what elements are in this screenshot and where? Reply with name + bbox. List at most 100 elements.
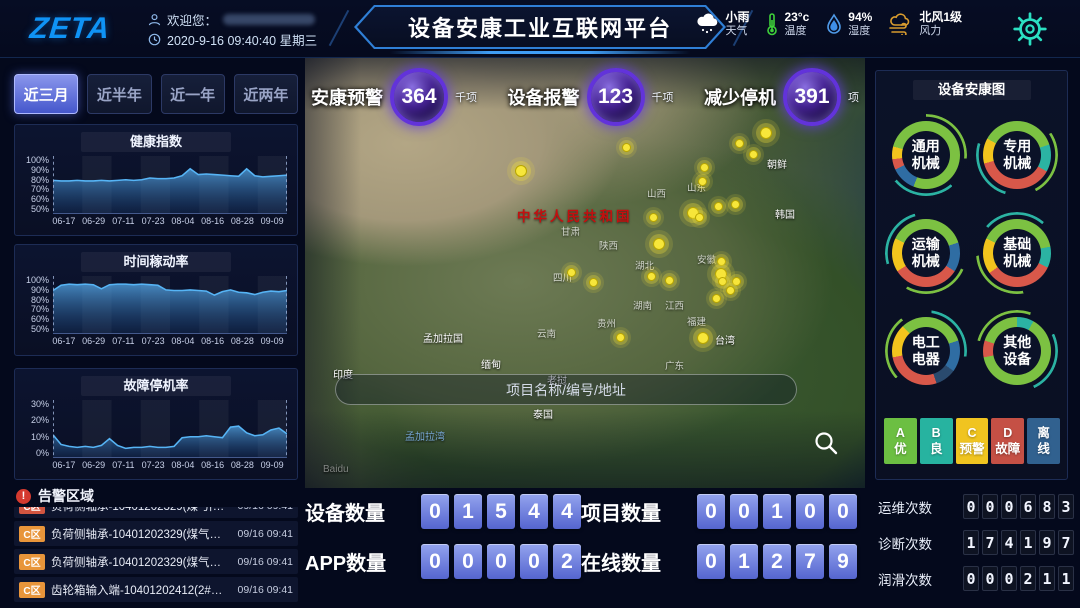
digit-group: 01544 [421,494,581,529]
right-counters: 运维次数000683诊断次数174197润滑次数000211 [878,494,1076,602]
project-marker[interactable] [714,202,723,211]
gauge-基础机械[interactable]: 基础机械 [976,212,1058,294]
kpi-ring[interactable]: 123 [587,68,645,126]
project-marker[interactable] [760,127,772,139]
project-marker[interactable] [665,276,674,285]
digit-box: 9 [829,544,857,579]
thermometer-icon [765,12,779,36]
digit-box: 1 [963,530,979,555]
search-icon[interactable] [813,430,839,456]
time-filter-近两年[interactable]: 近两年 [234,74,298,114]
project-marker[interactable] [735,139,744,148]
project-marker[interactable] [697,332,709,344]
project-marker[interactable] [712,294,721,303]
x-axis-labels: 06-1706-2907-1107-2308-0408-1608-2809-09 [49,460,287,470]
map-label-韩国: 韩国 [775,206,795,221]
project-marker[interactable] [718,277,727,286]
settings-gear-icon[interactable] [1012,11,1048,47]
chart-plot [53,156,287,214]
weather-value: 北风1级 [919,10,962,25]
counter-label: 润滑次数 [878,569,954,589]
project-marker[interactable] [726,286,735,295]
weather-label: 湿度 [848,25,872,39]
digit-group: 000211 [963,566,1074,591]
alert-text: 负荷侧轴承-10401202329(煤气引风机电… [51,554,232,570]
kpi-device-alarm: 设备报警 123 千项 [508,68,674,126]
time-filter-近半年[interactable]: 近半年 [87,74,151,114]
alert-row[interactable]: C区负荷侧轴承-10401202329(煤 引风电机…09/16 09:41 [14,507,298,518]
project-marker[interactable] [700,163,709,172]
project-marker[interactable] [731,200,740,209]
gauge-电工电器[interactable]: 电工电器 [885,310,967,392]
digit-box: 0 [1001,566,1017,591]
gauge-专用机械[interactable]: 专用机械 [976,114,1058,196]
project-marker[interactable] [698,177,707,186]
alert-time: 09/16 09:41 [238,556,293,568]
datetime-text: 2020-9-16 09:40:40 星期三 [167,30,317,49]
digit-box: 5 [487,494,515,529]
project-marker[interactable] [695,213,704,222]
weather-item-wind: 北风1级 风力 [888,10,962,39]
alert-list[interactable]: C区负荷侧轴承-10401202329(煤 引风电机…09/16 09:41C区… [14,507,298,608]
project-marker[interactable] [616,333,625,342]
time-filter-近三月[interactable]: 近三月 [14,74,78,114]
clock-icon [148,33,161,46]
counter-项目数量: 项目数量00100 [581,494,857,529]
welcome-label: 欢迎您： [167,10,217,29]
project-marker[interactable] [732,277,741,286]
digit-box: 0 [421,544,449,579]
gauge-label: 电工电器 [902,327,950,375]
digit-box: 4 [1001,530,1017,555]
alert-row[interactable]: C区负荷侧轴承-10401202329(煤气引风机电…09/16 09:41 [14,549,298,574]
project-marker[interactable] [649,213,658,222]
project-marker[interactable] [749,150,758,159]
gauge-其他设备[interactable]: 其他设备 [976,310,1058,392]
map-label-孟加拉国: 孟加拉国 [423,330,463,345]
map-label-山西: 山西 [647,186,666,200]
counter-润滑次数: 润滑次数 000211 [878,566,1076,591]
droplet-icon [825,12,843,36]
y-axis-labels: 100%90%80%70%60%50% [21,156,53,214]
weather-label: 温度 [784,25,809,39]
legend-C: C预警 [956,418,989,464]
project-marker[interactable] [589,278,598,287]
kpi-ring[interactable]: 364 [390,68,448,126]
alert-time: 09/16 09:41 [238,528,293,540]
digit-box: 0 [487,544,515,579]
digit-group: 174197 [963,530,1074,555]
chart-svg [53,276,287,334]
kpi-unit: 千项 [455,89,477,105]
project-marker[interactable] [622,143,631,152]
project-marker[interactable] [647,272,656,281]
chart-panel-健康指数: 健康指数100%90%80%70%60%50% 06-1706-2907-110… [14,124,298,236]
kpi-health-warning: 安康预警 364 千项 [311,68,477,126]
search-input[interactable] [336,375,796,404]
alert-row[interactable]: C区负荷侧轴承-10401202329(煤气引风机电…09/16 09:41 [14,521,298,546]
chart-plot [53,276,287,334]
project-marker[interactable] [515,165,527,177]
weather-item-temp: 23°c 温度 [765,10,809,39]
project-marker[interactable] [653,238,665,250]
alert-zone-badge: C区 [19,507,45,514]
map-label-孟加拉湾: 孟加拉湾 [405,428,445,443]
counter-设备数量: 设备数量01544 [305,494,581,529]
time-filter-近一年[interactable]: 近一年 [161,74,225,114]
zeta-logo: ZETA [28,12,112,46]
kpi-ring[interactable]: 391 [783,68,841,126]
digit-group: 00100 [697,494,857,529]
gauge-运输机械[interactable]: 运输机械 [885,212,967,294]
chart-plot [53,400,287,458]
user-icon [148,13,161,26]
alert-text: 负荷侧轴承-10401202329(煤气引风机电… [51,526,232,542]
digit-box: 0 [1001,494,1017,519]
chart-title: 健康指数 [81,132,231,152]
map-label-陕西: 陕西 [599,238,618,252]
gauge-通用机械[interactable]: 通用机械 [885,114,967,196]
weather-value: 小雨 [725,10,749,25]
digit-box: 7 [982,530,998,555]
project-marker[interactable] [717,257,726,266]
digit-group: 01279 [697,544,857,579]
alert-row[interactable]: C区齿轮箱输入端-10401202412(2#（2V）…09/16 09:41 [14,577,298,602]
map-label-贵州: 贵州 [597,316,616,330]
project-marker[interactable] [567,268,576,277]
